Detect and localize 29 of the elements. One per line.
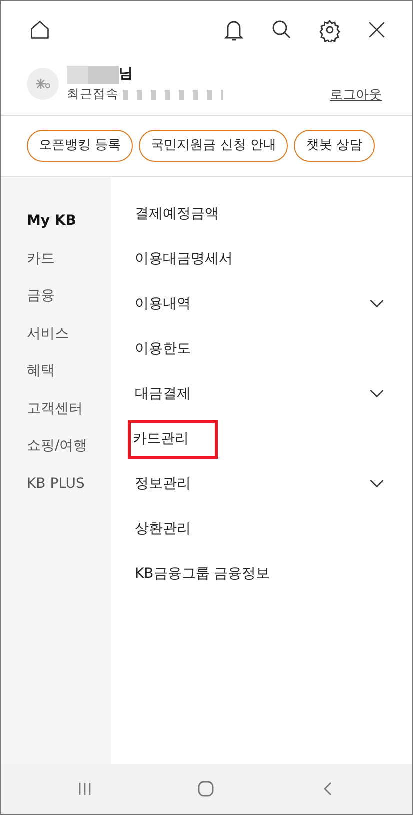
category-tab[interactable]: KB PLUS [1, 465, 85, 502]
menu-item[interactable]: 상환관리 [133, 516, 193, 542]
menu-item[interactable]: 결제예정금액 [133, 202, 221, 226]
shortcut-chip[interactable]: 챗봇 상담 [294, 130, 375, 162]
avatar-icon [27, 68, 59, 100]
shortcut-chip[interactable]: 오픈뱅킹 등록 [27, 130, 134, 162]
home-icon[interactable] [29, 19, 51, 41]
menu-item[interactable]: 이용내역 [133, 292, 193, 316]
category-tab[interactable]: 혜택 [1, 352, 55, 390]
menu-item[interactable]: KB금융그룹 금융정보 [133, 562, 272, 586]
category-tab[interactable]: 금융 [1, 278, 55, 315]
redacted-name [67, 66, 119, 84]
category-tab[interactable]: 서비스 [1, 315, 69, 352]
settings-icon[interactable] [318, 18, 342, 42]
menu-item[interactable]: 정보관리 [133, 472, 193, 496]
shortcut-chip[interactable]: 국민지원금 신청 안내 [139, 130, 288, 162]
category-tab[interactable]: 고객센터 [1, 390, 83, 428]
category-tab[interactable]: My KB [1, 202, 76, 240]
name-suffix: 님 [119, 65, 133, 84]
menu-item[interactable]: 대금결제 [133, 382, 193, 406]
logout-link[interactable]: 로그아웃 [330, 86, 382, 105]
highlighted-menu-item[interactable]: 카드관리 [131, 422, 215, 456]
menu-item[interactable]: 이용대금명세서 [133, 246, 235, 272]
home-button-icon[interactable] [197, 780, 216, 798]
last-login-label: 최근접속 [67, 85, 119, 104]
category-tab[interactable]: 카드 [1, 240, 55, 278]
recent-apps-icon[interactable] [77, 781, 94, 797]
menu-item[interactable]: 이용한도 [133, 336, 193, 362]
category-tab[interactable]: 쇼핑/여행 [1, 428, 88, 465]
